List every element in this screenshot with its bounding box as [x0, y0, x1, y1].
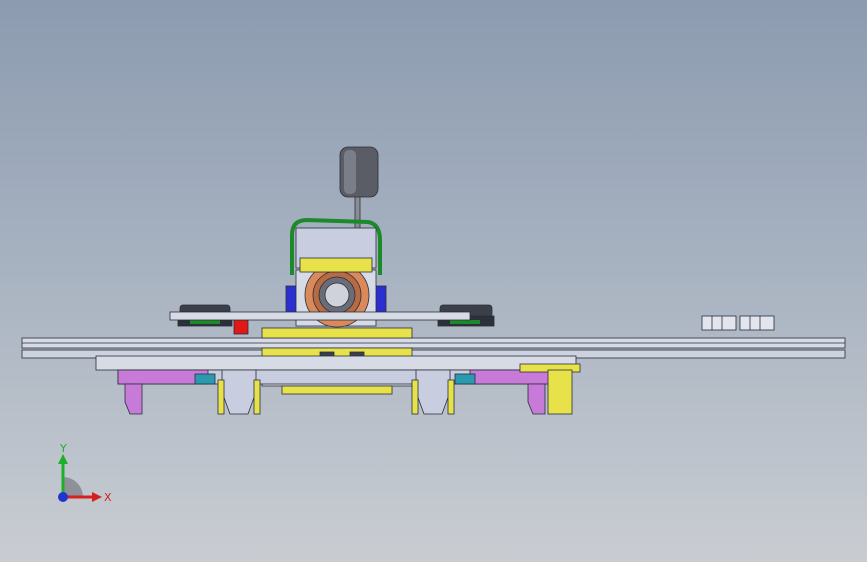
lower-frame: [95, 355, 581, 385]
x-axis-label: X: [104, 491, 112, 504]
frame-arms: [21, 315, 846, 359]
top-plate: [169, 311, 471, 321]
y-axis-arrowhead: [58, 454, 68, 464]
coordinate-triad: Y X: [58, 442, 112, 504]
z-axis-dot: [58, 492, 68, 502]
x-axis-arrowhead: [92, 492, 102, 502]
cad-viewport[interactable]: [0, 0, 867, 562]
drone-model[interactable]: [21, 146, 846, 415]
y-axis-label: Y: [59, 442, 67, 455]
